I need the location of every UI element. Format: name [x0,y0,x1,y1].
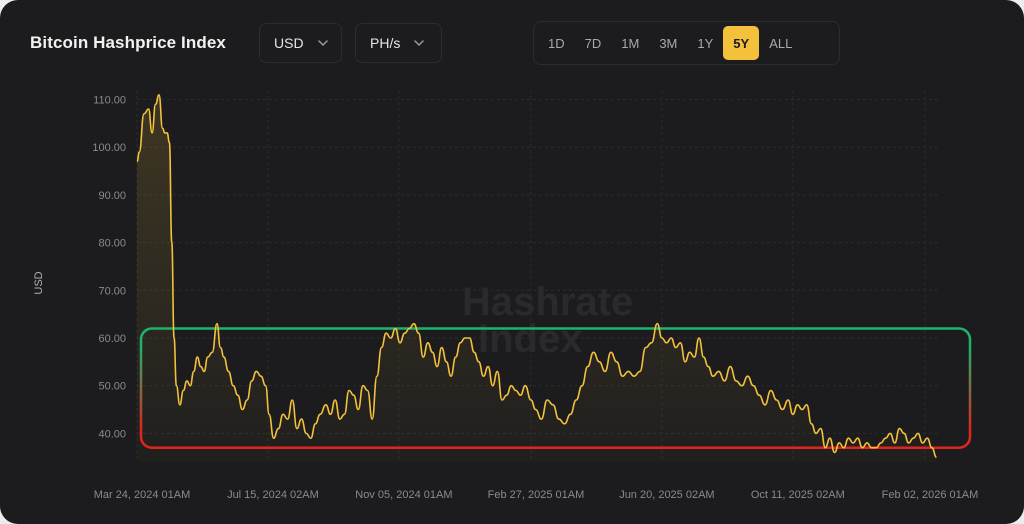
hashprice-chart: Hashrate Index 40.00 50.00 60.00 70.00 80.00… [33,90,979,501]
y-axis-ticks: 40.00 50.00 60.00 70.00 80.00 90.00 100.00 110.… [92,95,126,441]
x-tick-label: Mar 24, 2024 01AM [94,489,191,501]
x-tick-label: Jul 15, 2024 02AM [227,489,319,501]
y-axis-label: USD [33,271,45,294]
x-tick-label: Jun 20, 2025 02AM [619,489,714,501]
watermark-line-2: Index [478,317,582,361]
chart-card: Bitcoin Hashprice Index USD PH/s 1D 7D 1… [0,0,1024,524]
series-area [137,94,937,463]
watermark: Hashrate Index [462,280,633,361]
x-tick-label: Feb 27, 2025 01AM [488,489,585,501]
y-tick-label: 50.00 [98,381,126,393]
x-tick-label: Oct 11, 2025 02AM [751,489,845,501]
y-tick-label: 110.00 [93,95,126,107]
y-tick-label: 70.00 [98,285,126,297]
y-tick-label: 60.00 [98,333,126,345]
y-tick-label: 80.00 [98,238,126,250]
x-tick-label: Feb 02, 2026 01AM [882,489,979,501]
x-axis-ticks: Mar 24, 2024 01AM Jul 15, 2024 02AM Nov 05… [94,489,979,501]
x-tick-label: Nov 05, 2024 01AM [355,489,452,501]
y-tick-label: 40.00 [98,428,126,440]
y-tick-label: 100.00 [92,142,126,154]
y-tick-label: 90.00 [98,190,126,202]
